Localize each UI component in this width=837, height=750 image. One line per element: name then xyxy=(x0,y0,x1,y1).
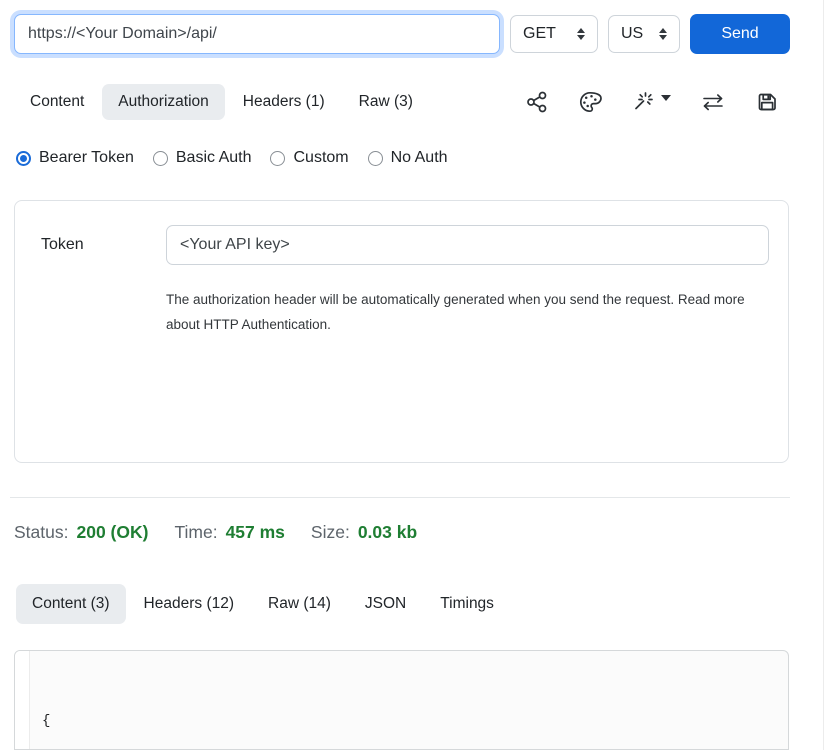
region-select[interactable]: US xyxy=(608,15,680,53)
request-toolbar xyxy=(525,90,790,114)
auth-option-label: Custom xyxy=(293,149,348,167)
resp-tab-content[interactable]: Content (3) xyxy=(16,584,126,624)
save-icon[interactable] xyxy=(755,90,779,114)
compare-exchange-icon[interactable] xyxy=(700,90,726,114)
radio-icon xyxy=(368,151,383,166)
magic-tools-caret-icon xyxy=(661,95,671,101)
response-tabs: Content (3) Headers (12) Raw (14) JSON T… xyxy=(16,584,512,624)
auth-helper-text: The authorization header will be automat… xyxy=(166,287,766,337)
magic-tools-icon[interactable] xyxy=(631,90,671,114)
code-line: { xyxy=(42,709,286,734)
region-select-value: US xyxy=(621,25,643,43)
scroll-track-rule xyxy=(823,0,824,750)
auth-option-label: Bearer Token xyxy=(39,149,134,167)
request-bar: GET US Send xyxy=(14,13,790,54)
auth-option-bearer-token[interactable]: Bearer Token xyxy=(16,149,134,167)
auth-option-label: No Auth xyxy=(391,149,448,167)
code-gutter xyxy=(15,651,30,749)
response-body-viewer[interactable]: { "message": "API running." } xyxy=(14,650,789,750)
theme-palette-icon[interactable] xyxy=(578,90,602,114)
request-tabs: Content Authorization Headers (1) Raw (3… xyxy=(14,83,790,121)
resp-tab-timings[interactable]: Timings xyxy=(424,584,510,624)
auth-option-no-auth[interactable]: No Auth xyxy=(368,149,448,167)
response-json: { "message": "API running." } xyxy=(30,651,286,749)
api-tester-page: GET US Send Content Authorization Header… xyxy=(0,0,837,750)
response-status-row: Status: 200 (OK) Time: 457 ms Size: 0.03… xyxy=(14,522,443,543)
tab-authorization[interactable]: Authorization xyxy=(102,84,224,120)
resp-tab-raw[interactable]: Raw (14) xyxy=(252,584,347,624)
tab-content[interactable]: Content xyxy=(14,84,100,120)
select-updown-icon xyxy=(659,28,667,40)
auth-type-options: Bearer Token Basic Auth Custom No Auth xyxy=(16,149,448,167)
tab-raw[interactable]: Raw (3) xyxy=(343,84,429,120)
status-label: Status: xyxy=(14,522,68,543)
size-value: 0.03 kb xyxy=(358,522,417,543)
time-label: Time: xyxy=(174,522,217,543)
time-value: 457 ms xyxy=(226,522,285,543)
auth-option-custom[interactable]: Custom xyxy=(270,149,348,167)
auth-option-label: Basic Auth xyxy=(176,149,252,167)
method-select[interactable]: GET xyxy=(510,15,598,53)
tab-headers[interactable]: Headers (1) xyxy=(227,84,341,120)
size-label: Size: xyxy=(311,522,350,543)
resp-tab-json[interactable]: JSON xyxy=(349,584,422,624)
status-value: 200 (OK) xyxy=(76,522,148,543)
method-select-value: GET xyxy=(523,25,556,43)
authorization-panel: Token The authorization header will be a… xyxy=(14,200,789,463)
send-button[interactable]: Send xyxy=(690,14,790,54)
auth-option-basic-auth[interactable]: Basic Auth xyxy=(153,149,252,167)
radio-icon xyxy=(153,151,168,166)
url-input[interactable] xyxy=(14,14,500,54)
resp-tab-headers[interactable]: Headers (12) xyxy=(128,584,250,624)
radio-selected-icon xyxy=(16,151,31,166)
token-input[interactable] xyxy=(166,225,769,265)
radio-icon xyxy=(270,151,285,166)
token-label: Token xyxy=(41,236,84,254)
select-updown-icon xyxy=(577,28,585,40)
section-divider xyxy=(10,497,790,498)
share-icon[interactable] xyxy=(525,90,549,114)
